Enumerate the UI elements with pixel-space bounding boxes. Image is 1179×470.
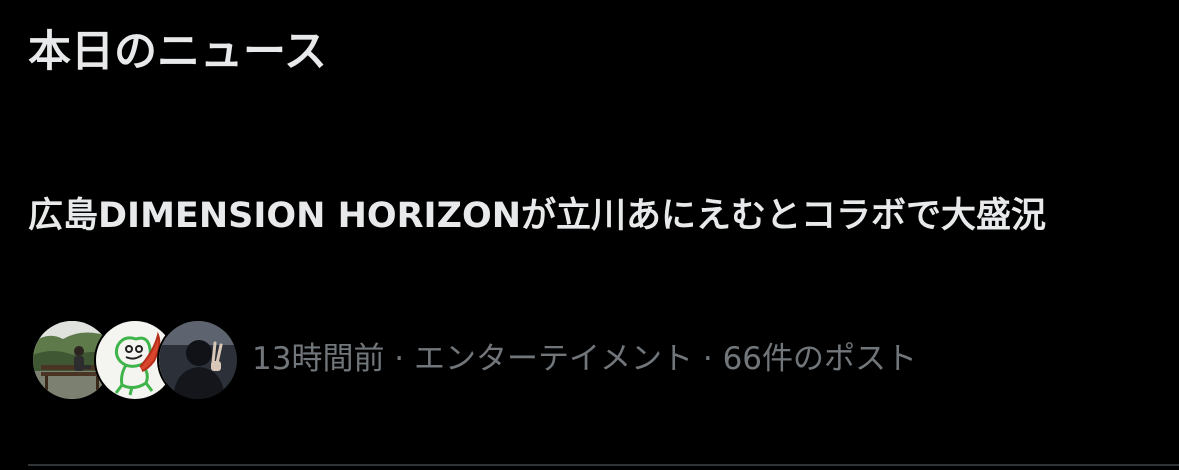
news-item[interactable]: 広島DIMENSION HORIZONが立川あにえむとコラボで大盛況 13時間前…	[0, 175, 1179, 470]
section-title: 本日のニュース	[28, 27, 327, 77]
news-headline[interactable]: 広島DIMENSION HORIZONが立川あにえむとコラボで大盛況	[28, 191, 1153, 242]
news-meta: 13時間前 · エンターテイメント · 66件のポスト	[252, 337, 917, 381]
meta-time: 13時間前	[252, 341, 385, 377]
avatar-group	[31, 319, 239, 401]
divider	[28, 464, 1179, 466]
meta-post-count: 66件のポスト	[722, 341, 918, 377]
meta-category: エンターテイメント	[414, 341, 694, 377]
meta-separator: ·	[384, 341, 415, 377]
person-peace-sign-photo	[159, 321, 237, 399]
meta-separator: ·	[693, 341, 723, 377]
avatar	[157, 319, 239, 401]
